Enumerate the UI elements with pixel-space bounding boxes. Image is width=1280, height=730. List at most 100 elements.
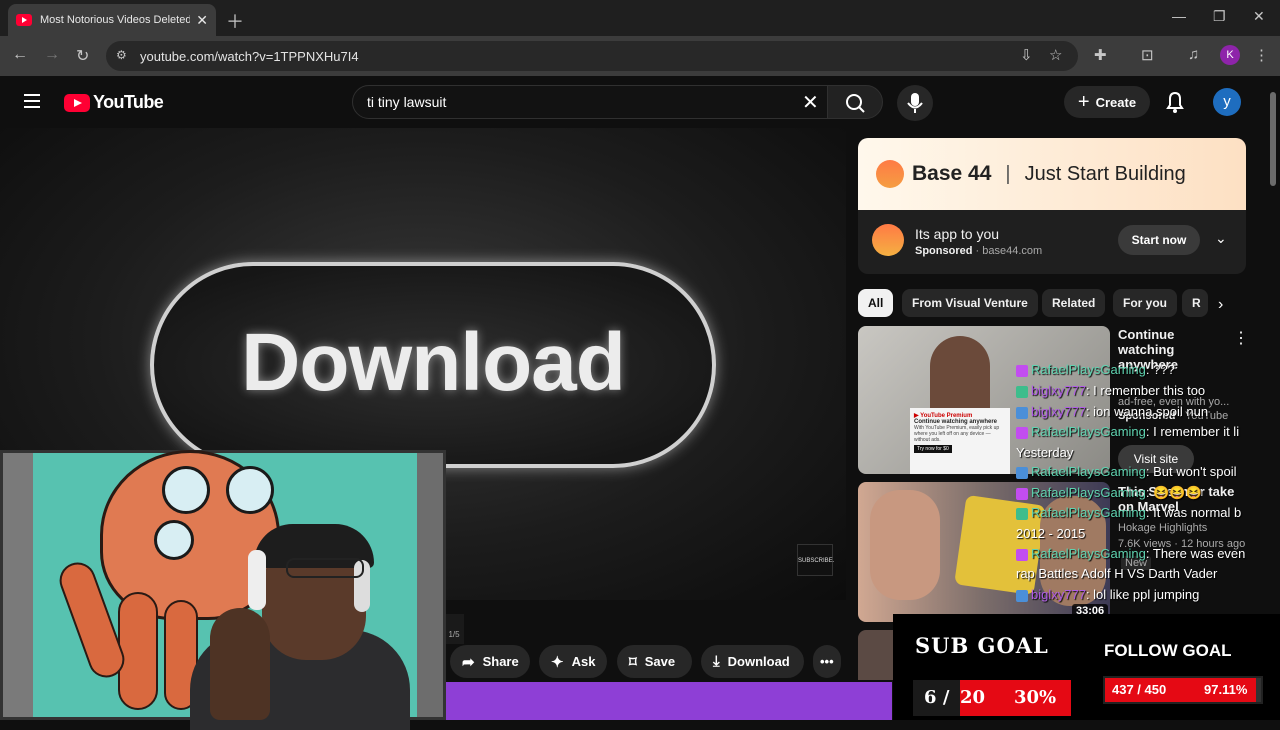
chat-username: RafaelPlaysGaming: [1031, 546, 1146, 561]
rec-thumbnail-person: [930, 336, 990, 416]
octopus-eye: [226, 466, 274, 514]
browser-tab-active[interactable]: Most Notorious Videos Deleted Fr ✕: [8, 4, 216, 36]
chevron-down-icon[interactable]: ⌄: [1215, 230, 1227, 247]
follow-goal-title: FOLLOW GOAL: [1104, 641, 1232, 660]
chat-badge-icon: [1016, 589, 1028, 602]
browser-menu-icon[interactable]: ⋮: [1254, 46, 1269, 64]
search-button[interactable]: [827, 85, 883, 119]
chat-badge-icon: [1016, 426, 1028, 439]
streamer-glasses: [286, 558, 364, 578]
sub-goal-percent: 30%: [1014, 687, 1057, 708]
chat-message: biglxy777: lol like ppl jumping: [1016, 587, 1199, 602]
back-icon[interactable]: ←: [12, 46, 28, 64]
start-now-button[interactable]: Start now: [1118, 225, 1200, 255]
forward-icon[interactable]: →: [44, 46, 60, 64]
chip-recent[interactable]: R: [1182, 289, 1208, 317]
stream-purple-bar: [446, 682, 892, 720]
chat-message: RafaelPlaysGaming: It was normal b: [1016, 505, 1241, 520]
youtube-logo-text: YouTube: [93, 92, 164, 112]
download-button[interactable]: ⤓ Download: [701, 645, 804, 678]
chat-text: There was even: [1152, 546, 1246, 561]
url-text: youtube.com/watch?v=1TPPNXHu7I4: [140, 48, 359, 64]
chat-username: RafaelPlaysGaming: [1031, 485, 1146, 500]
clear-search-icon[interactable]: ✕: [802, 90, 819, 115]
search-icon: [846, 94, 865, 113]
browser-profile-avatar[interactable]: K: [1220, 45, 1240, 65]
promo-panel-button: Try now for $0: [914, 445, 952, 453]
chat-badge-icon: [1016, 507, 1028, 520]
octopus-tentacle: [118, 592, 158, 710]
install-app-icon[interactable]: ⇩: [1020, 46, 1033, 64]
more-actions-button[interactable]: •••: [813, 645, 841, 678]
more-vertical-icon[interactable]: ⋮: [1233, 328, 1249, 348]
video-overlay-text: Download: [241, 317, 626, 408]
sponsored-label: Sponsored: [915, 245, 973, 257]
ask-label: Ask: [571, 654, 596, 669]
chat-text: It was normal b: [1153, 505, 1242, 520]
ad-brand: Base 44: [912, 162, 992, 185]
rec-thumbnail[interactable]: [858, 630, 894, 680]
chat-text: I remember this too: [1093, 383, 1206, 398]
address-bar[interactable]: youtube.com/watch?v=1TPPNXHu7I4: [106, 41, 1078, 71]
chat-text: I remember it li: [1153, 424, 1240, 439]
chat-badge-icon: [1016, 466, 1028, 479]
site-info-icon[interactable]: ⚙: [116, 48, 127, 62]
chat-text: ion wanna spoil nun: [1093, 404, 1209, 419]
media-control-icon[interactable]: ♫: [1188, 46, 1199, 63]
sub-goal-title: SUB GOAL: [915, 633, 1049, 658]
chat-username: RafaelPlaysGaming: [1031, 505, 1146, 520]
sub-goal-current: 6 /: [924, 687, 950, 708]
save-label: Save: [644, 654, 676, 669]
hamburger-menu-icon[interactable]: [24, 94, 40, 108]
bookmark-icon: ⌑: [629, 653, 637, 671]
share-button[interactable]: ➦ Share: [450, 645, 530, 678]
extensions-icon[interactable]: ✚: [1094, 46, 1107, 64]
share-icon: ➦: [462, 653, 475, 671]
youtube-logo[interactable]: YouTube: [64, 92, 164, 113]
chat-text: But won't spoil: [1153, 464, 1237, 479]
search-input[interactable]: ti tiny lawsuit: [352, 85, 828, 119]
headphone-left: [248, 550, 266, 610]
chat-message: RafaelPlaysGaming: But won't spoil: [1016, 464, 1237, 479]
chat-badge-icon: [1016, 385, 1028, 398]
chip-from-visual-venture[interactable]: From Visual Venture: [902, 289, 1038, 317]
notifications-button[interactable]: [1164, 90, 1186, 119]
save-button[interactable]: ⌑ Save: [617, 645, 692, 678]
chat-message: Yesterday: [1016, 445, 1073, 460]
ad-domain: base44.com: [982, 245, 1043, 257]
rec-thumbnail-face: [870, 490, 940, 600]
download-icon: ⤓: [713, 653, 720, 670]
chip-for-you[interactable]: For you: [1113, 289, 1177, 317]
user-avatar[interactable]: y: [1213, 88, 1241, 116]
premium-promo-panel: ▶ YouTube Premium Continue watching anyw…: [910, 408, 1010, 474]
download-label: Download: [727, 654, 790, 669]
chevron-right-icon[interactable]: ›: [1218, 296, 1223, 314]
tab-close-icon[interactable]: ✕: [196, 12, 208, 29]
chat-text: Yesterday: [1016, 445, 1074, 460]
ad-banner[interactable]: Base 44 | Just Start Building: [858, 138, 1246, 210]
create-button[interactable]: + Create: [1064, 86, 1150, 118]
chat-text: 😆😆😆: [1153, 485, 1202, 500]
page-indicator: 1/5: [444, 614, 464, 644]
sub-goal-target: 20: [960, 687, 986, 708]
voice-search-button[interactable]: [897, 85, 933, 121]
chat-message: 2012 - 2015: [1016, 526, 1085, 541]
chat-text: ???: [1153, 362, 1175, 377]
sparkle-icon: ✦: [551, 653, 564, 671]
ask-button[interactable]: ✦ Ask: [539, 645, 607, 678]
chip-related[interactable]: Related: [1042, 289, 1106, 317]
bookmark-star-icon[interactable]: ☆: [1049, 46, 1062, 64]
page-scrollbar[interactable]: [1270, 92, 1276, 186]
chip-all[interactable]: All: [858, 289, 894, 317]
lens-icon[interactable]: ⊡: [1141, 46, 1154, 64]
restore-icon[interactable]: ❐: [1213, 8, 1226, 25]
window-close-icon[interactable]: ✕: [1253, 8, 1265, 25]
share-label: Share: [482, 654, 519, 669]
rec-channel[interactable]: Hokage Highlights: [1118, 522, 1207, 534]
chat-text: lol like ppl jumping: [1093, 587, 1200, 602]
reload-icon[interactable]: ↻: [76, 46, 89, 66]
chat-message: biglxy777: ion wanna spoil nun: [1016, 404, 1208, 419]
new-tab-icon[interactable]: ＋: [226, 8, 244, 34]
minimize-icon[interactable]: —: [1172, 8, 1186, 24]
chat-badge-icon: [1016, 406, 1028, 419]
